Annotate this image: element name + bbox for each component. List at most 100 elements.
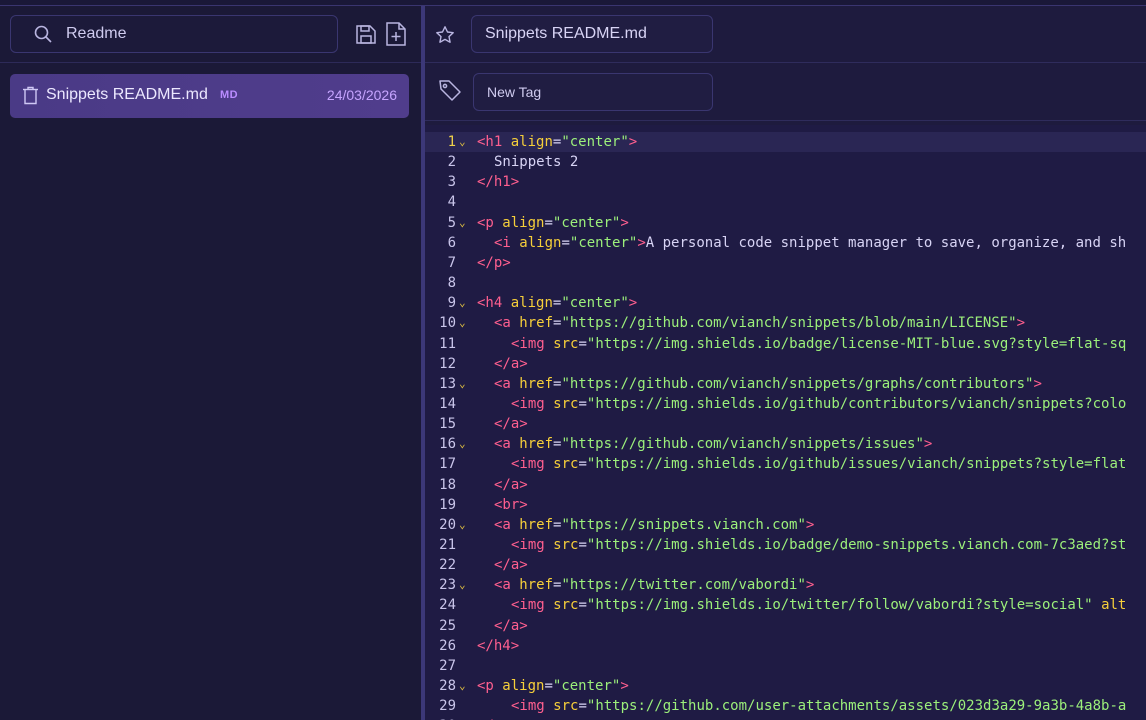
code-line[interactable]: 16 ⌄ <a href="https://github.com/vianch/sn… — [425, 434, 1146, 454]
fold-chevron-icon[interactable]: ⌄ — [459, 293, 469, 313]
code-line[interactable]: 17 <img src="https://img.shields.io/githu… — [425, 454, 1146, 474]
code-token: > — [805, 516, 815, 533]
line-number: 6 — [447, 234, 456, 251]
code-token: "center" — [561, 134, 629, 150]
code-line[interactable]: 6 <i align="center">A personal code snipp… — [425, 233, 1146, 253]
code-token: > — [620, 678, 629, 695]
code-token: "https://img.shields.io/twitter/follow/v… — [586, 597, 1093, 614]
snippet-list-item[interactable]: Snippets README.md MD 24/03/2026 — [10, 74, 409, 118]
star-icon[interactable] — [435, 25, 455, 45]
code-line[interactable]: 2 Snippets 2 — [425, 152, 1146, 172]
code-token: alt — [1101, 597, 1127, 614]
save-icon[interactable] — [354, 21, 378, 47]
new-file-icon[interactable] — [384, 21, 408, 47]
code-token: href — [519, 375, 554, 392]
search-box[interactable] — [10, 15, 338, 53]
code-line[interactable]: 11 <img src="https://img.shields.io/badge… — [425, 334, 1146, 354]
code-token: <i — [494, 234, 511, 251]
line-number: 16 — [439, 436, 456, 453]
code-line[interactable]: 30 </p> — [425, 716, 1146, 720]
line-content: </a> — [494, 414, 528, 434]
fold-chevron-icon[interactable]: ⌄ — [459, 213, 469, 233]
code-line[interactable]: 12 </a> — [425, 354, 1146, 374]
code-token: <img — [511, 698, 545, 715]
line-number: 15 — [439, 416, 456, 433]
code-token: </h4> — [477, 637, 520, 654]
code-line[interactable]: 8 — [425, 273, 1146, 293]
line-number: 7 — [447, 254, 456, 271]
code-line[interactable]: 7 </p> — [425, 253, 1146, 273]
code-line[interactable]: 27 — [425, 656, 1146, 676]
code-token: src — [553, 537, 579, 553]
line-number: 17 — [439, 456, 456, 473]
tag-icon — [439, 80, 461, 101]
code-token: > — [805, 577, 815, 594]
fold-chevron-icon[interactable]: ⌄ — [459, 676, 469, 696]
code-line[interactable]: 29 <img src="https://github.com/user-atta… — [425, 696, 1146, 716]
line-number: 2 — [447, 154, 456, 171]
code-line[interactable]: 19 <br> — [425, 495, 1146, 515]
code-line[interactable]: 24 <img src="https://img.shields.io/twitt… — [425, 595, 1146, 615]
code-token: src — [553, 335, 579, 352]
code-token: align — [510, 134, 553, 150]
code-token: href — [519, 516, 554, 533]
fold-chevron-icon[interactable]: ⌄ — [459, 434, 469, 454]
code-token: </a> — [494, 355, 528, 372]
code-line[interactable]: 23 ⌄ <a href="https://twitter.com/vabordi"… — [425, 575, 1146, 595]
code-token: = — [578, 698, 587, 715]
code-token: <h4 — [477, 295, 503, 312]
code-token: href — [519, 436, 554, 453]
code-line[interactable]: 25 </a> — [425, 616, 1146, 636]
code-line[interactable]: 3 </h1> — [425, 172, 1146, 192]
code-line[interactable]: 1 ⌄ <h1 align="center"> — [425, 132, 1146, 152]
code-token: "https://twitter.com/vabordi" — [561, 577, 806, 594]
line-content: Snippets 2 — [494, 152, 578, 172]
code-token: <a — [494, 375, 511, 392]
code-line[interactable]: 18 </a> — [425, 475, 1146, 495]
line-number: 19 — [439, 496, 456, 513]
trash-icon[interactable] — [22, 86, 39, 105]
code-line[interactable]: 20 ⌄ <a href="https://snippets.vianch.com"… — [425, 515, 1146, 535]
code-line[interactable]: 28 ⌄ <p align="center"> — [425, 676, 1146, 696]
code-line[interactable]: 9 ⌄ <h4 align="center"> — [425, 293, 1146, 313]
search-input[interactable] — [66, 16, 326, 52]
line-number: 14 — [439, 395, 456, 412]
code-line[interactable]: 4 — [425, 192, 1146, 212]
code-line[interactable]: 13 ⌄ <a href="https://github.com/vianch/sn… — [425, 374, 1146, 394]
line-number: 28 — [439, 678, 456, 695]
line-number: 11 — [439, 335, 456, 352]
line-content: <img src="https://img.shields.io/twitter… — [511, 595, 1126, 615]
snippet-title-input[interactable] — [471, 15, 713, 53]
snippet-name: Snippets README.md — [46, 86, 208, 103]
line-content: <i align="center">A personal code snippe… — [494, 233, 1126, 253]
code-line[interactable]: 14 <img src="https://img.shields.io/githu… — [425, 394, 1146, 414]
line-content: <br> — [494, 495, 528, 515]
fold-chevron-icon[interactable]: ⌄ — [459, 374, 469, 394]
code-token: </p> — [477, 254, 511, 271]
code-editor[interactable]: 1 ⌄ <h1 align="center"> 2 Snippets 2 3 </h1> 4 5… — [425, 125, 1146, 720]
new-tag-input[interactable] — [473, 73, 713, 111]
fold-chevron-icon[interactable]: ⌄ — [459, 313, 469, 333]
code-line[interactable]: 22 </a> — [425, 555, 1146, 575]
code-token: <p — [477, 678, 494, 695]
code-token: "https://github.com/user-attachments/ass… — [586, 698, 1127, 715]
language-badge: MD — [220, 89, 239, 101]
code-line[interactable]: 5 ⌄ <p align="center"> — [425, 213, 1146, 233]
code-line[interactable]: 10 ⌄ <a href="https://github.com/vianch/sn… — [425, 313, 1146, 333]
line-number: 4 — [447, 194, 456, 211]
fold-chevron-icon[interactable]: ⌄ — [459, 575, 469, 595]
code-token: <img — [511, 456, 545, 473]
code-line[interactable]: 15 </a> — [425, 414, 1146, 434]
line-content: <img src="https://img.shields.io/github/… — [511, 394, 1126, 414]
code-token: "https://img.shields.io/github/contribut… — [586, 395, 1127, 412]
fold-chevron-icon[interactable]: ⌄ — [459, 132, 469, 152]
line-content: <a href="https://github.com/vianch/snipp… — [494, 374, 1042, 394]
sidebar-separator — [0, 62, 421, 63]
code-line[interactable]: 21 <img src="https://img.shields.io/badge… — [425, 535, 1146, 555]
code-line[interactable]: 26 </h4> — [425, 636, 1146, 656]
code-token: align — [502, 214, 545, 231]
fold-chevron-icon[interactable]: ⌄ — [459, 515, 469, 535]
line-content: </a> — [494, 555, 528, 575]
